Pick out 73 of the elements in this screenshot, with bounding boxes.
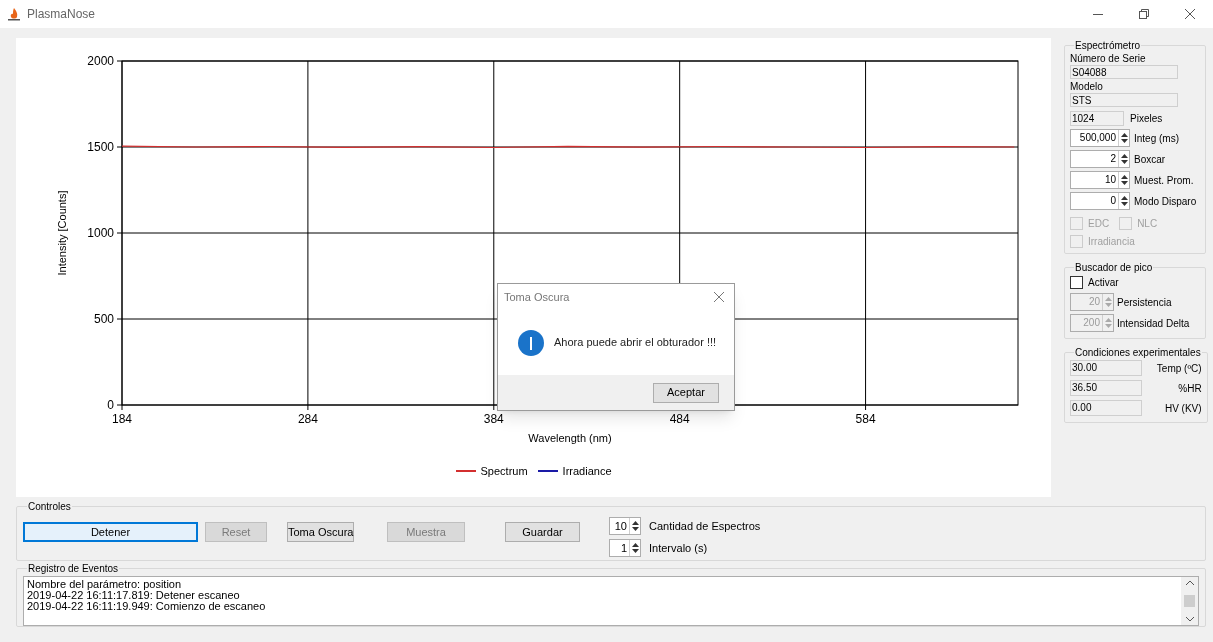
checkbox-label: NLC: [1137, 217, 1158, 231]
axis-tick-label: 384: [483, 412, 504, 426]
readonly-field: 1024: [1070, 111, 1124, 126]
window-title: PlasmaNose: [27, 6, 96, 23]
accept-button[interactable]: Aceptar: [653, 382, 719, 403]
scrollbar[interactable]: [1181, 577, 1198, 625]
readonly-field: STS: [1070, 93, 1178, 107]
readonly-field: 0.00: [1070, 400, 1142, 416]
spinner-label: Intensidad Delta: [1117, 316, 1190, 331]
reading-label: Temp (ºC): [1156, 361, 1202, 376]
spin-arrows-icon[interactable]: [1118, 193, 1129, 209]
checkbox-label: Activar: [1088, 276, 1119, 290]
dialog-title: Toma Oscura: [504, 289, 570, 305]
axis-title: Wavelength (nm): [528, 432, 612, 444]
checkbox-label: EDC: [1088, 217, 1110, 231]
action-button[interactable]: Guardar: [505, 522, 580, 542]
spinner-label: Modo Disparo: [1134, 194, 1197, 209]
spin-arrows-icon[interactable]: [629, 518, 640, 534]
axis-tick-label: 184: [112, 412, 132, 426]
checkbox-label: Irradiancia: [1088, 235, 1135, 249]
group-title: Registro de Eventos: [27, 562, 120, 576]
spinner-label: Muest. Prom.: [1134, 173, 1194, 188]
number-spinner[interactable]: 0: [1070, 192, 1130, 210]
spin-arrows-icon[interactable]: [1118, 151, 1129, 167]
number-spinner[interactable]: 1: [609, 539, 641, 557]
group-title: Condiciones experimentales: [1074, 346, 1202, 360]
spinner-label: Boxcar: [1134, 152, 1166, 167]
spin-arrows-icon[interactable]: [1118, 172, 1129, 188]
legend-label: Spectrum: [480, 464, 528, 479]
field-label: Pixeles: [1130, 112, 1163, 126]
number-spinner[interactable]: 10: [1070, 171, 1130, 189]
info-icon: [518, 329, 544, 356]
readonly-field: 30.00: [1070, 360, 1142, 376]
spinner-label: Intervalo (s): [649, 540, 708, 556]
axis-tick-label: 284: [297, 412, 318, 426]
reading-label: HV (KV): [1164, 401, 1202, 416]
axis-tick-label: 484: [669, 412, 690, 426]
field-label: Modelo: [1070, 81, 1104, 93]
log-line: 2019-04-22 16:11:17.819: Detener escaneo: [27, 590, 241, 601]
spinner-label: Cantidad de Espectros: [649, 518, 761, 534]
checkbox[interactable]: [1070, 276, 1083, 289]
scrollbar-thumb[interactable]: [1184, 595, 1195, 607]
axis-tick-label: 2000: [87, 54, 114, 68]
group-title: Buscador de pico: [1074, 261, 1154, 275]
reading-label: %HR: [1178, 381, 1202, 396]
axis-title: Intensity [Counts]: [56, 190, 68, 276]
readonly-field: S04088: [1070, 65, 1178, 79]
log-line: Nombre del parámetro: position: [27, 579, 182, 590]
scroll-up-icon[interactable]: [1185, 580, 1194, 585]
scroll-down-icon[interactable]: [1185, 617, 1194, 622]
action-button[interactable]: Detener: [23, 522, 198, 542]
axis-tick-label: 500: [93, 312, 114, 326]
spin-arrows-icon[interactable]: [629, 540, 640, 556]
axis-tick-label: 1500: [87, 140, 114, 154]
axis-tick-label: 1000: [87, 226, 114, 240]
number-spinner[interactable]: 500,000: [1070, 129, 1130, 147]
dialog-message: Ahora puede abrir el obturador !!!: [554, 335, 717, 351]
legend-label: Irradiance: [562, 464, 612, 479]
spinner-label: Integ (ms): [1134, 131, 1179, 146]
close-icon[interactable]: [714, 292, 724, 302]
log-line: 2019-04-22 16:11:19.949: Comienzo de escaneo: [27, 601, 267, 612]
number-spinner[interactable]: 10: [609, 517, 641, 535]
spin-arrows-icon[interactable]: [1118, 130, 1129, 146]
axis-tick-label: 0: [107, 398, 114, 412]
flame-icon: [7, 7, 21, 21]
spinner-label: Persistencia: [1117, 295, 1172, 310]
axis-tick-label: 584: [855, 412, 876, 426]
action-button[interactable]: Toma Oscura: [287, 522, 354, 542]
group-title: Espectrómetro: [1074, 39, 1142, 53]
field-label: Número de Serie: [1070, 53, 1147, 65]
readonly-field: 36.50: [1070, 380, 1142, 396]
group-title: Controles: [27, 500, 72, 514]
number-spinner[interactable]: 2: [1070, 150, 1130, 168]
